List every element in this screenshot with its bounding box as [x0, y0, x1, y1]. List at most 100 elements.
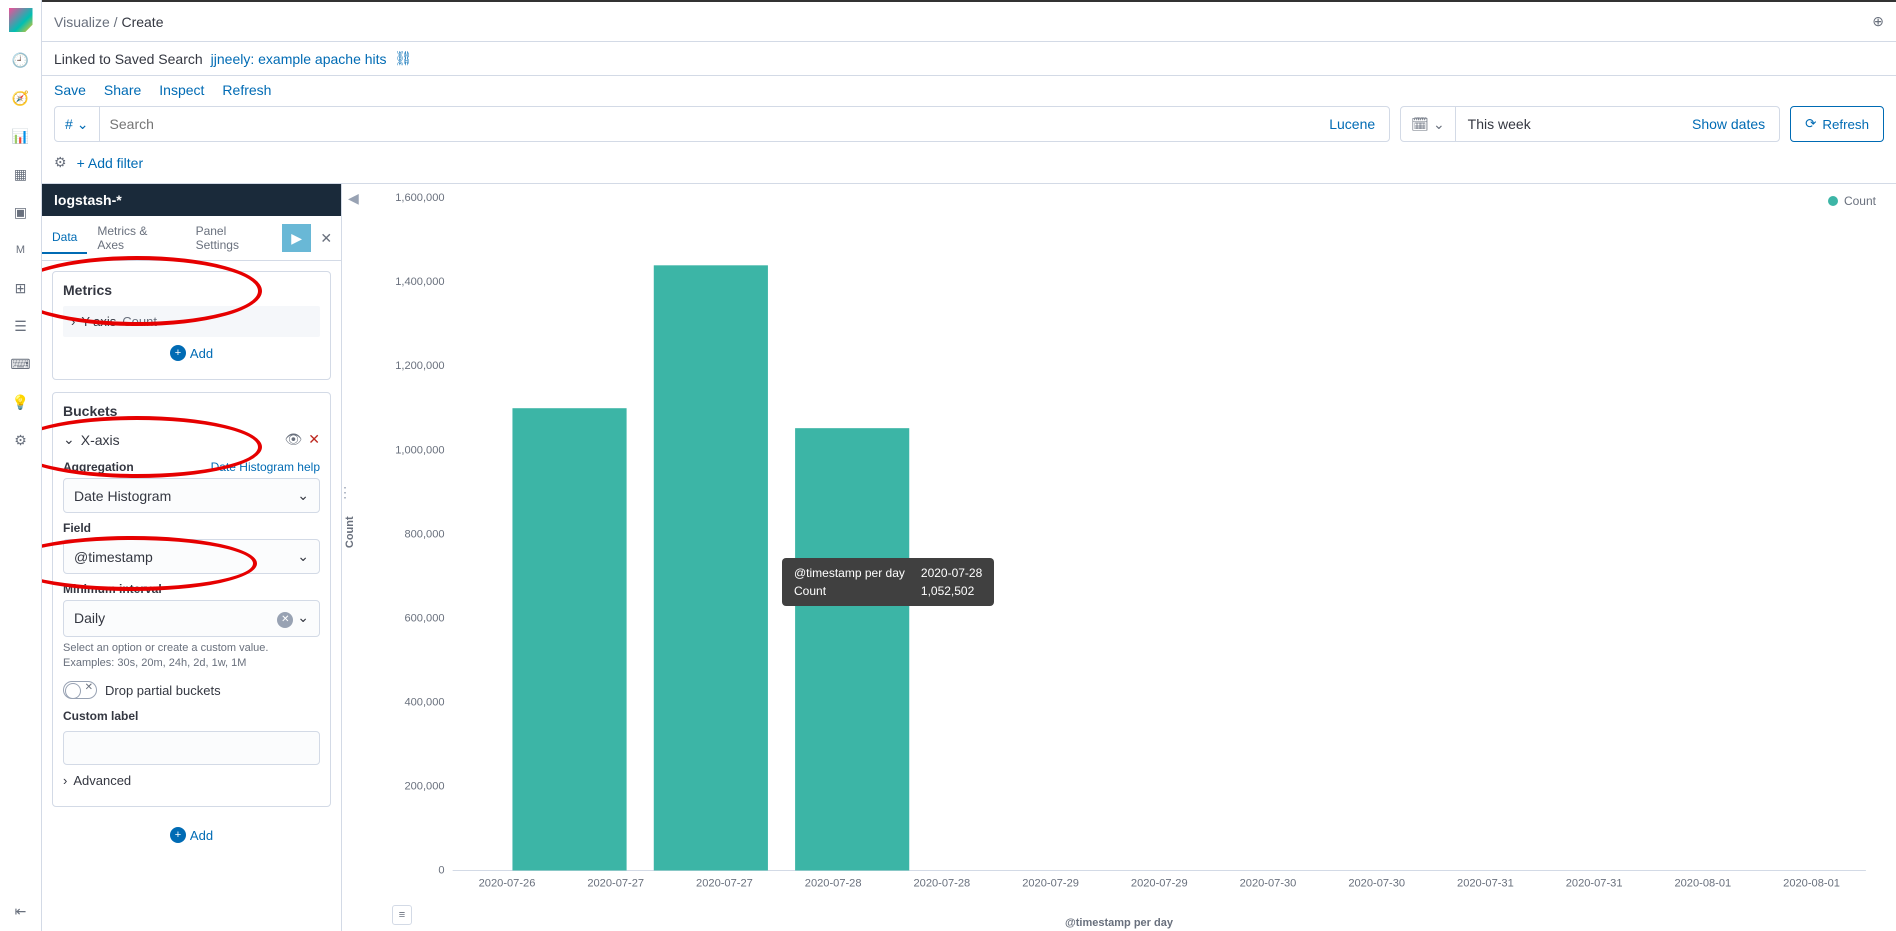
svg-text:2020-07-29: 2020-07-29	[1131, 878, 1188, 890]
svg-text:2020-07-29: 2020-07-29	[1022, 878, 1079, 890]
discard-button[interactable]: ✕	[311, 230, 341, 247]
interval-select[interactable]: Daily ✕⌄	[63, 600, 320, 637]
svg-text:400,000: 400,000	[404, 696, 444, 708]
chevron-right-icon: ›	[63, 773, 67, 788]
interval-hint: Select an option or create a custom valu…	[63, 641, 320, 672]
chevron-down-icon: ⌄	[63, 431, 75, 448]
refresh-link[interactable]: Refresh	[222, 82, 271, 98]
share-button[interactable]: Share	[104, 82, 141, 98]
config-sidepanel: logstash-* Data Metrics & Axes Panel Set…	[42, 184, 342, 931]
field-select[interactable]: @timestamp ⌄	[63, 539, 320, 574]
remove-bucket-icon[interactable]: ✕	[308, 431, 320, 448]
svg-text:0: 0	[438, 865, 444, 877]
resize-handle-icon[interactable]: ⋮	[338, 484, 350, 501]
bucket-xaxis-row[interactable]: ⌄ X-axis 👁 ✕	[63, 427, 320, 452]
query-filter-toggle[interactable]: # ⌄	[55, 107, 100, 141]
canvas-icon[interactable]: ▣	[11, 202, 31, 222]
svg-text:2020-07-26: 2020-07-26	[479, 878, 536, 890]
aggregation-help-link[interactable]: Date Histogram help	[211, 460, 320, 474]
show-dates-button[interactable]: Show dates	[1678, 116, 1779, 132]
work-area: logstash-* Data Metrics & Axes Panel Set…	[42, 184, 1896, 931]
management-icon[interactable]: ⚙	[11, 430, 31, 450]
panel-body: Metrics › Y-axis Count + Add Buckets	[42, 261, 341, 931]
recent-icon[interactable]: 🕘	[11, 50, 31, 70]
svg-text:2020-08-01: 2020-08-01	[1674, 878, 1731, 890]
actions-row: Save Share Inspect Refresh	[54, 82, 1884, 98]
index-pattern-bar[interactable]: logstash-*	[42, 184, 341, 216]
maps-icon[interactable]: M	[11, 240, 31, 260]
chevron-down-icon: ⌄	[1433, 116, 1445, 133]
unlink-icon[interactable]: ⛓	[395, 50, 413, 67]
lightbulb-icon[interactable]: 💡	[11, 392, 31, 412]
chevron-down-icon: ⌄	[297, 487, 309, 504]
y-axis-label: Count	[344, 516, 356, 548]
save-button[interactable]: Save	[54, 82, 86, 98]
chevron-down-icon: ⌄	[77, 116, 89, 133]
metric-yaxis-row[interactable]: › Y-axis Count	[63, 306, 320, 337]
tab-data[interactable]: Data	[42, 222, 87, 254]
chart-area: ◀ ⋮ Count ≡ 0200,000400,000600,000800,00…	[342, 184, 1896, 931]
plus-icon: +	[170, 827, 186, 843]
devtools-icon[interactable]: ⌨	[11, 354, 31, 374]
collapse-panel-icon[interactable]: ◀	[348, 190, 359, 207]
date-value[interactable]: This week	[1456, 116, 1678, 132]
search-row: # ⌄ Lucene 🗓 ⌄ This week Show dates ⟳ Re…	[54, 106, 1884, 142]
inspect-button[interactable]: Inspect	[159, 82, 204, 98]
ml-icon[interactable]: ⊞	[11, 278, 31, 298]
kibana-logo-icon[interactable]	[9, 8, 33, 32]
main-area: Visualize / Create ⊕ Linked to Saved Sea…	[42, 0, 1896, 931]
svg-text:1,200,000: 1,200,000	[395, 360, 444, 372]
buckets-title: Buckets	[63, 403, 320, 419]
svg-text:2020-07-30: 2020-07-30	[1240, 878, 1297, 890]
breadcrumb-section[interactable]: Visualize	[54, 14, 110, 30]
query-language-toggle[interactable]: Lucene	[1315, 116, 1389, 132]
clear-icon[interactable]: ✕	[277, 612, 293, 628]
breadcrumb-current: Create	[121, 14, 163, 30]
svg-text:2020-08-01: 2020-08-01	[1783, 878, 1840, 890]
chevron-right-icon: ›	[71, 314, 75, 329]
drop-partial-switch[interactable]	[63, 681, 97, 699]
custom-label-input[interactable]	[63, 731, 320, 765]
svg-text:2020-07-27: 2020-07-27	[587, 878, 644, 890]
collapse-nav-icon[interactable]: ⇤	[11, 901, 31, 921]
filter-options-icon[interactable]: ⚙	[54, 154, 67, 171]
interval-label: Minimum interval	[63, 582, 320, 596]
svg-text:1,400,000: 1,400,000	[395, 276, 444, 288]
toggle-visibility-icon[interactable]: 👁	[284, 431, 302, 448]
aggregation-select[interactable]: Date Histogram ⌄	[63, 478, 320, 513]
svg-text:200,000: 200,000	[404, 780, 444, 792]
svg-text:2020-07-31: 2020-07-31	[1457, 878, 1514, 890]
svg-text:800,000: 800,000	[404, 528, 444, 540]
dashboard-icon[interactable]: ▦	[11, 164, 31, 184]
infra-icon[interactable]: ☰	[11, 316, 31, 336]
calendar-icon[interactable]: 🗓 ⌄	[1401, 107, 1456, 141]
search-input[interactable]	[100, 107, 1316, 141]
tab-panel-settings[interactable]: Panel Settings	[186, 216, 282, 260]
linked-search-link[interactable]: jjneely: example apache hits	[211, 51, 387, 67]
drop-partial-row: Drop partial buckets	[63, 681, 320, 699]
apply-button[interactable]: ▶	[282, 224, 312, 252]
svg-text:2020-07-28: 2020-07-28	[913, 878, 970, 890]
chart-canvas[interactable]: 0200,000400,000600,000800,0001,000,0001,…	[382, 192, 1876, 911]
refresh-button[interactable]: ⟳ Refresh	[1790, 106, 1884, 142]
svg-text:2020-07-27: 2020-07-27	[696, 878, 753, 890]
date-picker[interactable]: 🗓 ⌄ This week Show dates	[1400, 106, 1780, 142]
visualize-icon[interactable]: 📊	[11, 126, 31, 146]
advanced-toggle[interactable]: › Advanced	[63, 765, 320, 796]
svg-text:2020-07-30: 2020-07-30	[1348, 878, 1405, 890]
svg-text:2020-07-28: 2020-07-28	[805, 878, 862, 890]
tab-metrics-axes[interactable]: Metrics & Axes	[87, 216, 185, 260]
buckets-add-button[interactable]: + Add	[48, 819, 335, 851]
metrics-card: Metrics › Y-axis Count + Add	[52, 271, 331, 380]
header-help-icon[interactable]: ⊕	[1872, 13, 1884, 30]
svg-text:2020-07-31: 2020-07-31	[1566, 878, 1623, 890]
svg-text:1,000,000: 1,000,000	[395, 444, 444, 456]
chart-tooltip: @timestamp per day 2020-07-28 Count 1,05…	[782, 558, 994, 606]
breadcrumb: Visualize / Create	[54, 14, 163, 30]
refresh-icon: ⟳	[1805, 116, 1816, 132]
add-filter-button[interactable]: + Add filter	[77, 155, 144, 171]
discover-icon[interactable]: 🧭	[11, 88, 31, 108]
action-bar: Save Share Inspect Refresh # ⌄ Lucene 🗓 …	[42, 76, 1896, 184]
metrics-add-button[interactable]: + Add	[63, 337, 320, 369]
chevron-down-icon: ⌄	[297, 609, 309, 625]
